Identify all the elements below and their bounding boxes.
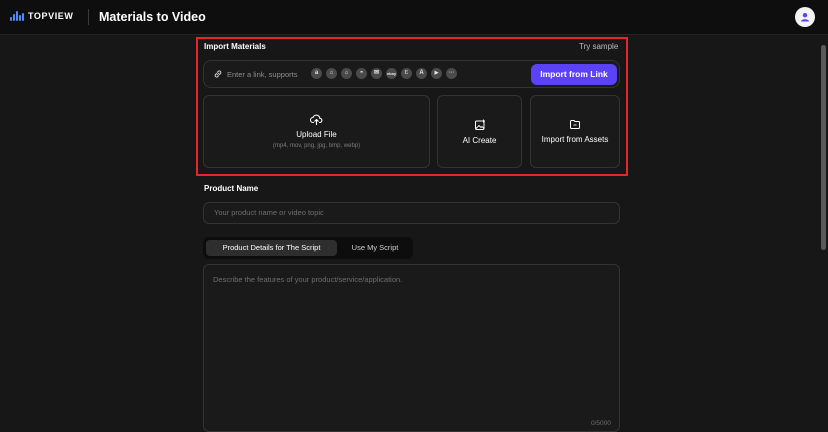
logo-bars-icon bbox=[10, 11, 24, 21]
page-title: Materials to Video bbox=[99, 10, 206, 24]
cloud-upload-icon bbox=[310, 114, 323, 125]
product-name-label: Product Name bbox=[204, 184, 259, 193]
import-from-assets-title: Import from Assets bbox=[541, 135, 609, 144]
etsy-icon: E bbox=[401, 68, 412, 79]
link-input[interactable]: Enter a link, supports bbox=[227, 70, 297, 79]
try-sample-link[interactable]: Try sample bbox=[579, 42, 618, 51]
amazon-icon: a bbox=[311, 68, 322, 79]
supported-platforms: a ⌂ ⌂ ◓ ✉ ebay E A ▶ ··· bbox=[311, 68, 457, 79]
avatar[interactable] bbox=[795, 7, 815, 27]
link-import-bar: Enter a link, supports a ⌂ ⌂ ◓ ✉ ebay E … bbox=[203, 60, 620, 88]
upload-file-card[interactable]: Upload File (mp4, mov, png, jpg, bmp, we… bbox=[203, 95, 430, 168]
link-icon bbox=[214, 70, 222, 78]
script-mode-tabs: Product Details for The Script Use My Sc… bbox=[203, 237, 413, 259]
import-from-assets-card[interactable]: Import from Assets bbox=[530, 95, 620, 168]
more-icon: ··· bbox=[446, 68, 457, 79]
ebay-icon: ebay bbox=[386, 68, 397, 79]
product-name-input[interactable]: Your product name or video topic bbox=[203, 202, 620, 224]
scrollbar[interactable] bbox=[821, 45, 826, 250]
character-counter: 0/5000 bbox=[591, 420, 611, 427]
import-from-link-button[interactable]: Import from Link bbox=[531, 64, 617, 85]
upload-file-formats: (mp4, mov, png, jpg, bmp, webp) bbox=[272, 143, 361, 149]
upload-file-title: Upload File bbox=[296, 130, 337, 139]
topview-logo[interactable]: TOPVIEW bbox=[10, 11, 74, 21]
script-placeholder: Describe the features of your product/se… bbox=[213, 275, 403, 284]
shopify-icon: ⌂ bbox=[326, 68, 337, 79]
ai-create-card[interactable]: AI Create bbox=[437, 95, 522, 168]
aliexpress-icon: ◓ bbox=[356, 68, 367, 79]
mail-icon: ✉ bbox=[371, 68, 382, 79]
ai-create-title: AI Create bbox=[462, 135, 497, 145]
script-textarea[interactable]: Describe the features of your product/se… bbox=[203, 264, 620, 432]
user-icon bbox=[801, 13, 809, 22]
header-divider bbox=[88, 9, 89, 25]
folder-icon bbox=[570, 120, 580, 129]
shopify-bag-icon: ⌂ bbox=[341, 68, 352, 79]
ai-image-icon bbox=[474, 119, 485, 130]
top-bar: TOPVIEW Materials to Video bbox=[0, 0, 828, 35]
app-store-icon: A bbox=[416, 68, 427, 79]
import-materials-label: Import Materials bbox=[204, 42, 266, 51]
tab-use-my-script[interactable]: Use My Script bbox=[345, 240, 405, 256]
tab-product-details[interactable]: Product Details for The Script bbox=[206, 240, 337, 256]
google-play-icon: ▶ bbox=[431, 68, 442, 79]
brand-name: TOPVIEW bbox=[27, 11, 74, 21]
